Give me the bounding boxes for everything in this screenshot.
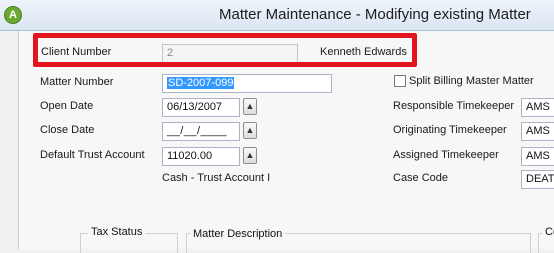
tax-status-title: Tax Status [88,226,146,238]
matter-description-title: Matter Description [190,228,286,240]
originating-timekeeper-label: Originating Timekeeper [393,124,507,136]
title-bar: A Matter Maintenance - Modifying existin… [0,0,554,31]
open-date-picker-button[interactable]: ▲ [243,98,257,115]
open-date-input[interactable]: 06/13/2007 [162,98,240,117]
close-date-input[interactable]: __/__/____ [162,122,240,141]
matter-number-value: SD-2007-099 [167,77,235,89]
split-billing-label: Split Billing Master Matter [409,75,534,87]
caret-up-icon: ▲ [245,101,255,111]
third-group-title: Co [542,226,554,238]
client-number-highlight [33,33,417,67]
default-trust-account-label: Default Trust Account [40,149,145,161]
responsible-timekeeper-label: Responsible Timekeeper [393,100,515,112]
caret-up-icon: ▲ [245,150,255,160]
trust-account-description: Cash - Trust Account I [162,172,271,184]
close-date-picker-button[interactable]: ▲ [243,122,257,139]
window-title: Matter Maintenance - Modifying existing … [219,6,531,23]
matter-number-input[interactable]: SD-2007-099 [162,74,332,93]
assigned-timekeeper-label: Assigned Timekeeper [393,149,499,161]
case-code-label: Case Code [393,172,449,184]
app-logo-icon: A [4,6,22,24]
caret-up-icon: ▲ [245,125,255,135]
split-billing-checkbox[interactable] [394,75,406,87]
open-date-label: Open Date [40,100,94,112]
matter-number-label: Matter Number [40,76,114,88]
assigned-timekeeper-input[interactable]: AMS [521,147,554,166]
responsible-timekeeper-input[interactable]: AMS [521,98,554,117]
trust-account-lookup-button[interactable]: ▲ [243,147,257,164]
close-date-label: Close Date [40,124,95,136]
default-trust-account-input[interactable]: 11020.00 [162,147,240,166]
case-code-input[interactable]: DEATH [521,170,554,189]
originating-timekeeper-input[interactable]: AMS [521,122,554,141]
